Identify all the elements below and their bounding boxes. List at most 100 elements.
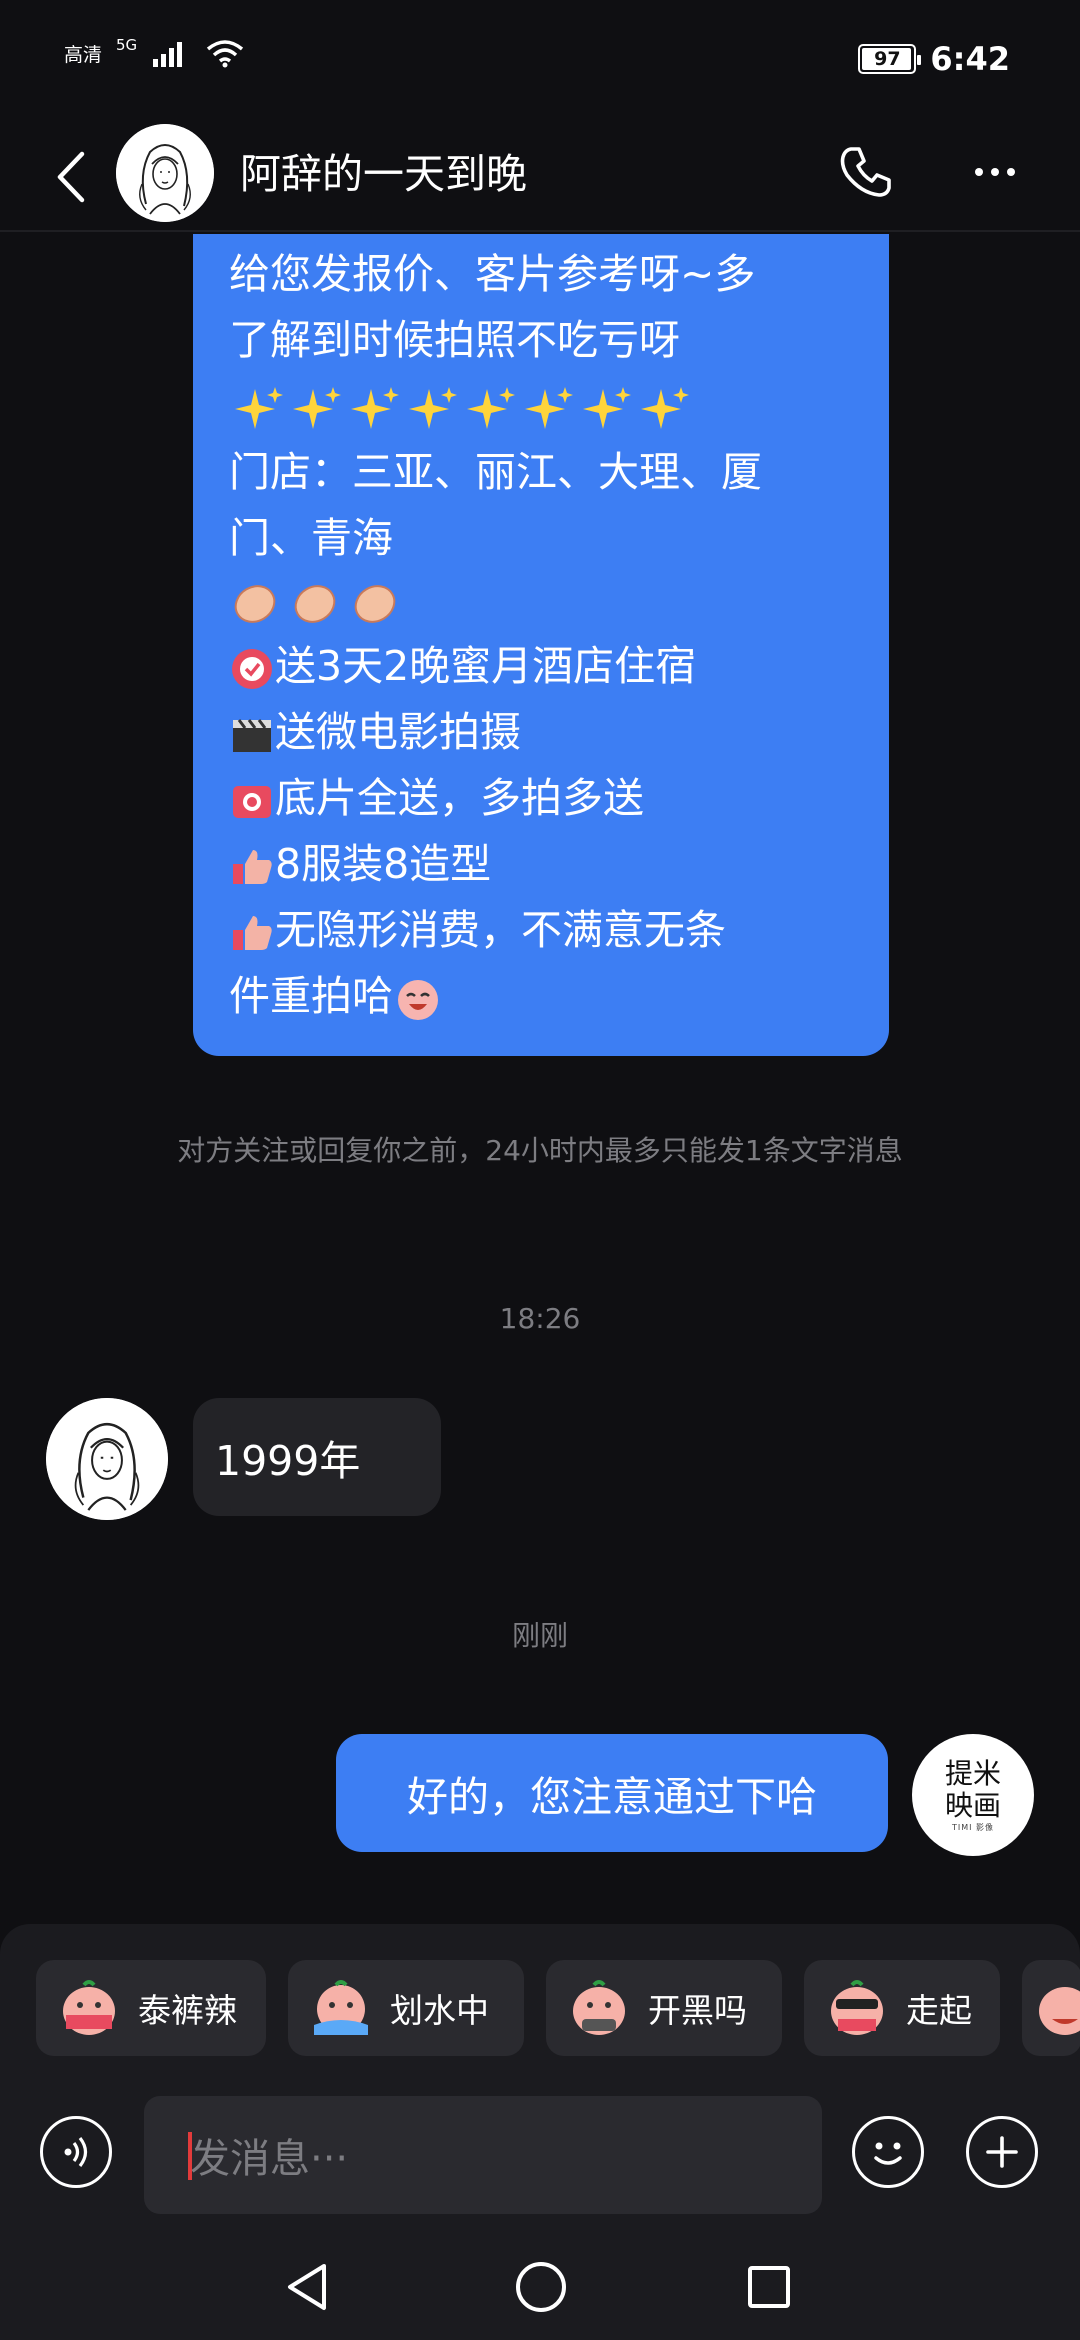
battery-icon: 97 <box>858 44 922 74</box>
phone-icon <box>840 147 891 197</box>
clapperboard-icon <box>233 719 271 752</box>
quick-reply-bar[interactable]: 泰裤辣 划水中 开黑吗 走起 <box>36 1960 1080 2056</box>
quick-reply-chip[interactable]: 划水中 <box>288 1960 524 2056</box>
network-label: 5G <box>116 36 138 54</box>
sticker-face-icon <box>573 1980 625 2035</box>
quick-reply-label: 走起 <box>906 1991 972 2030</box>
timestamp: 18:26 <box>499 1302 581 1335</box>
quick-reply-chip[interactable]: 泰裤辣 <box>36 1960 266 2056</box>
chevron-left-icon <box>57 151 85 203</box>
sticker-face-icon <box>63 1980 115 2035</box>
perk-item: 送微电影拍摄 <box>229 702 521 762</box>
thumbs-up-icon <box>233 916 272 950</box>
message-text: 门、青海 <box>229 514 393 562</box>
perk-item-continued: 件重拍哈 <box>229 966 443 1026</box>
contact-avatar-small[interactable] <box>46 1398 168 1520</box>
laughing-face-icon <box>398 980 438 1020</box>
dot <box>1007 168 1015 176</box>
sticker-face-icon <box>831 1980 883 2035</box>
perk-item: 8服装8造型 <box>229 834 491 894</box>
my-avatar[interactable]: 提米 映画 TIMI 影像 <box>912 1734 1034 1856</box>
chat-header: 阿辞的一天到晚 <box>0 120 1080 232</box>
signal-icon <box>153 42 183 67</box>
line-drawing-girl-avatar <box>116 124 214 222</box>
message-list[interactable]: 给您发报价、客片参考呀~多 了解到时候拍照不吃亏呀 门店：三亚、丽江、大理、厦 … <box>0 234 1080 1924</box>
perk-text: 无隐形消费，不满意无条 <box>275 906 726 954</box>
status-left: 高清 5G <box>64 36 245 68</box>
clapping-emoji-row <box>229 576 409 644</box>
sparkle-icon <box>351 387 399 429</box>
contact-name: 阿辞的一天到晚 <box>240 150 527 198</box>
timestamp: 刚刚 <box>511 1619 568 1652</box>
hd-label: 高清 <box>64 43 103 66</box>
sticker-face-icon <box>314 1980 368 2035</box>
message-text: 了解到时候拍照不吃亏呀 <box>229 316 680 364</box>
perk-text: 件重拍哈 <box>229 972 393 1020</box>
nav-recents-icon[interactable] <box>748 2266 790 2308</box>
quick-reply-chip[interactable]: 走起 <box>804 1960 1000 2056</box>
nav-back-icon[interactable] <box>284 2262 330 2312</box>
sparkles-text <box>229 376 693 436</box>
quick-reply-chip-partial[interactable] <box>1022 1960 1080 2056</box>
sparkle-icon <box>467 387 515 429</box>
system-nav-bar <box>0 2234 1080 2340</box>
dot <box>991 168 999 176</box>
input-row: 发消息··· <box>0 2090 1080 2214</box>
wifi-icon <box>207 40 244 68</box>
message-input-placeholder: 发消息··· <box>190 2136 349 2182</box>
voice-button[interactable] <box>40 2116 112 2188</box>
message-text: 给您发报价、客片参考呀~多 <box>229 250 756 298</box>
message-input[interactable]: 发消息··· <box>144 2096 822 2214</box>
sparkle-icon <box>583 387 631 429</box>
quick-reply-chip[interactable]: 开黑吗 <box>546 1960 782 2056</box>
voice-icon <box>64 2137 88 2167</box>
back-button[interactable] <box>46 142 96 212</box>
more-button[interactable] <box>960 138 1030 206</box>
sparkle-icon <box>235 387 283 429</box>
dot <box>975 168 983 176</box>
quick-reply-label: 开黑吗 <box>648 1991 747 2030</box>
message-text: 门店：三亚、丽江、大理、厦 <box>229 448 762 496</box>
perk-text: 送微电影拍摄 <box>275 708 521 756</box>
avatar-logo-text: 映画 <box>944 1788 1001 1822</box>
avatar-logo-text: 提米 <box>944 1756 1001 1790</box>
nav-home-icon[interactable] <box>516 2262 566 2312</box>
clock: 6:42 <box>930 40 1010 78</box>
sticker-face-icon <box>1039 1987 1080 2035</box>
plus-button[interactable] <box>966 2116 1038 2188</box>
camera-icon <box>233 786 271 818</box>
clapping-hands-icon <box>234 585 396 623</box>
thumbs-up-icon <box>233 850 272 884</box>
call-button[interactable] <box>832 138 900 206</box>
emoji-icon <box>874 2142 902 2165</box>
composer-panel: 泰裤辣 划水中 开黑吗 走起 发消息··· <box>0 1924 1080 2340</box>
status-right: 97 6:42 <box>858 40 1010 78</box>
plus-icon <box>986 2136 1018 2168</box>
line-drawing-girl-avatar <box>46 1398 168 1520</box>
system-notice: 对方关注或回复你之前，24小时内最多只能发1条文字消息 <box>177 1134 903 1167</box>
perk-item: 无隐形消费，不满意无条 <box>229 900 726 960</box>
emoji-button[interactable] <box>852 2116 924 2188</box>
avatar-logo-subtext: TIMI 影像 <box>951 1822 995 1832</box>
quick-reply-label: 泰裤辣 <box>138 1991 237 2030</box>
check-badge-icon <box>232 649 272 689</box>
perk-text: 底片全送，多拍多送 <box>275 774 644 822</box>
message-text: 好的，您注意通过下哈 <box>407 1773 817 1821</box>
incoming-message-bubble[interactable]: 1999年 <box>193 1398 441 1516</box>
sparkle-icon <box>525 387 573 429</box>
sparkle-icon <box>293 387 341 429</box>
sparkles-emoji-icon <box>229 382 693 430</box>
status-bar: 高清 5G 97 6:42 <box>0 0 1080 120</box>
outgoing-message-bubble[interactable]: 好的，您注意通过下哈 <box>336 1734 888 1852</box>
contact-avatar[interactable] <box>116 124 214 222</box>
battery-level-text: 97 <box>874 48 901 70</box>
message-text: 1999年 <box>215 1437 361 1485</box>
text-cursor <box>188 2132 192 2180</box>
perk-item: 送3天2晚蜜月酒店住宿 <box>229 636 696 696</box>
sparkle-icon <box>641 387 689 429</box>
sparkle-icon <box>409 387 457 429</box>
perk-item: 底片全送，多拍多送 <box>229 768 644 828</box>
perk-text: 送3天2晚蜜月酒店住宿 <box>275 642 697 690</box>
perk-text: 8服装8造型 <box>275 840 492 888</box>
outgoing-message-bubble[interactable]: 给您发报价、客片参考呀~多 了解到时候拍照不吃亏呀 门店：三亚、丽江、大理、厦 … <box>193 234 889 1056</box>
